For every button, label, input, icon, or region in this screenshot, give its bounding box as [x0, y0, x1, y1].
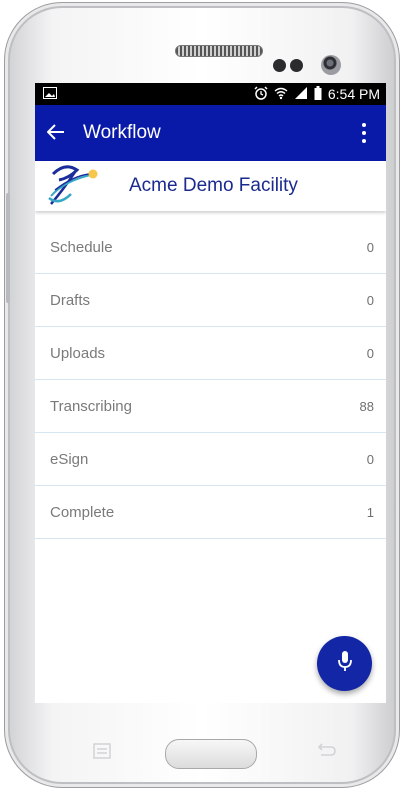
proximity-sensor — [273, 59, 286, 72]
earpiece-speaker — [175, 45, 263, 57]
list-item-label: Transcribing — [50, 397, 132, 415]
list-item-drafts[interactable]: Drafts 0 — [35, 274, 386, 327]
list-item-count: 1 — [366, 504, 374, 520]
acme-logo — [45, 160, 105, 213]
list-item-label: eSign — [50, 450, 89, 468]
list-item-count: 0 — [366, 345, 374, 361]
list-item-transcribing[interactable]: Transcribing 88 — [35, 380, 386, 433]
menu-key-icon[interactable] — [93, 743, 111, 759]
microphone-icon — [336, 649, 354, 678]
signal-icon — [294, 86, 308, 103]
app-bar: Workflow — [35, 105, 386, 161]
list-item-count: 88 — [359, 398, 374, 414]
more-vert-icon[interactable] — [354, 120, 374, 146]
arrow-back-icon[interactable] — [46, 122, 65, 144]
volume-key[interactable] — [6, 193, 10, 303]
wifi-icon — [274, 86, 288, 103]
device-screen: 6:54 PM Workflow Acme Demo Facility Sche… — [35, 83, 386, 703]
list-item-count: 0 — [366, 451, 374, 467]
facility-name: Acme Demo Facility — [129, 175, 298, 196]
list-item-complete[interactable]: Complete 1 — [35, 486, 386, 539]
list-item-count: 0 — [366, 292, 374, 308]
status-bar: 6:54 PM — [35, 83, 386, 105]
list-item-label: Schedule — [50, 238, 113, 256]
light-sensor — [290, 59, 303, 72]
list-item-label: Uploads — [50, 344, 106, 362]
status-time: 6:54 PM — [327, 86, 380, 102]
alarm-icon — [254, 85, 268, 103]
back-key-icon[interactable] — [315, 741, 337, 759]
image-icon — [43, 86, 57, 102]
battery-icon — [314, 85, 322, 103]
facility-header: Acme Demo Facility — [35, 161, 386, 211]
page-title: Workflow — [83, 122, 161, 143]
list-item-esign[interactable]: eSign 0 — [35, 433, 386, 486]
home-button[interactable] — [165, 739, 257, 769]
list-item-uploads[interactable]: Uploads 0 — [35, 327, 386, 380]
workflow-list: Schedule 0 Drafts 0 Uploads 0 Transcribi… — [35, 221, 386, 539]
front-camera — [321, 55, 341, 75]
list-item-label: Drafts — [50, 291, 91, 309]
list-item-schedule[interactable]: Schedule 0 — [35, 221, 386, 274]
list-item-label: Complete — [50, 503, 115, 521]
record-button[interactable] — [317, 636, 372, 691]
list-item-count: 0 — [366, 239, 374, 255]
bottom-bezel — [35, 703, 386, 769]
